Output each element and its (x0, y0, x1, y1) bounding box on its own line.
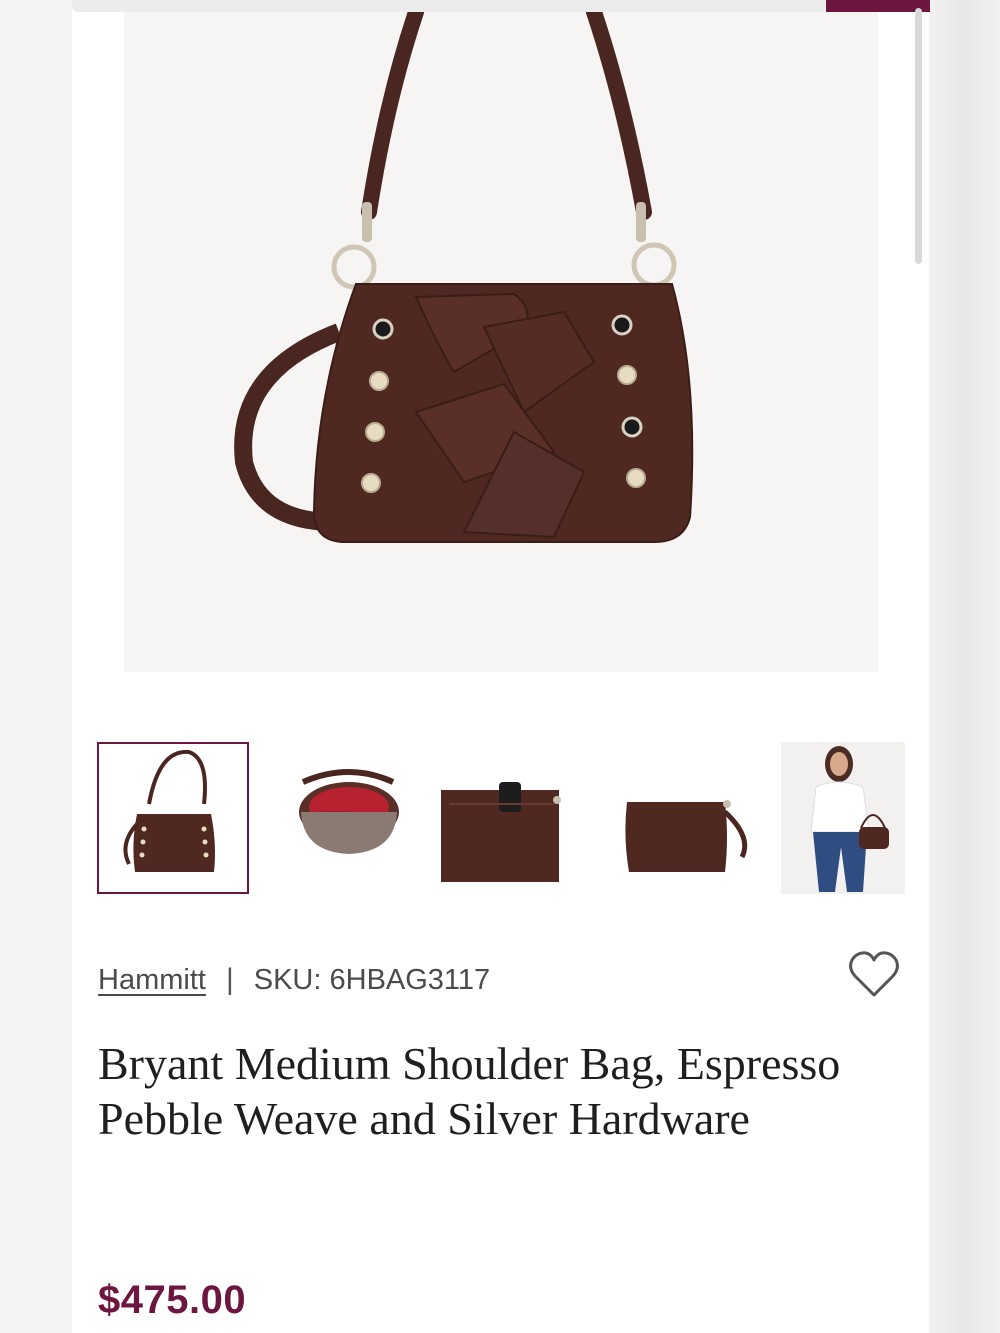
header-bar (72, 0, 827, 12)
product-meta-row: Hammitt | SKU: 6HBAG3117 (98, 958, 908, 1002)
product-price: $475.00 (98, 1278, 247, 1322)
scrollbar[interactable] (915, 8, 922, 264)
product-title: Bryant Medium Shoulder Bag, Espresso Peb… (98, 1038, 841, 1144)
thumbnail-bag-interior[interactable] (273, 742, 425, 894)
thumbnail-bag-front[interactable] (97, 742, 249, 894)
bag-illustration (234, 12, 694, 543)
brand-link[interactable]: Hammitt (98, 964, 206, 997)
heart-icon[interactable] (848, 950, 900, 1000)
thumbnail-bag-back-pocket[interactable] (439, 742, 591, 894)
product-main-image[interactable] (124, 12, 878, 672)
sku-label: SKU: 6HBAG3117 (253, 963, 491, 996)
thumbnail-bag-side[interactable] (607, 742, 759, 894)
thumbnail-strip (97, 742, 905, 894)
thumbnail-model-wearing-bag[interactable] (781, 742, 905, 894)
meta-divider: | (225, 963, 234, 996)
background-edge (930, 0, 1000, 1333)
